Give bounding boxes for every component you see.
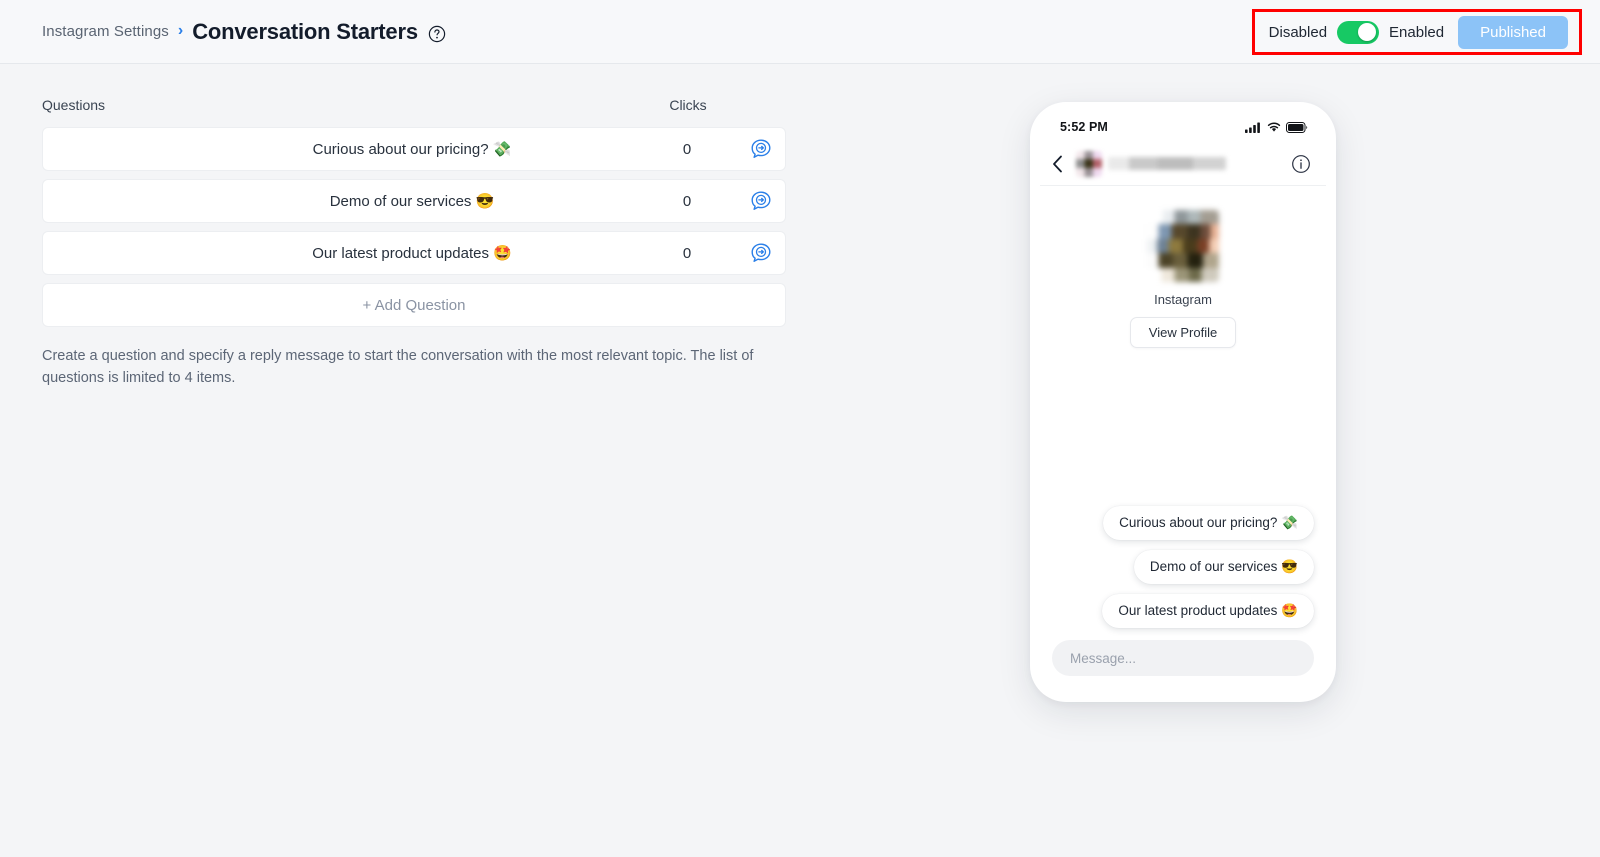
breadcrumb-parent-link[interactable]: Instagram Settings bbox=[42, 23, 169, 40]
phone-status-bar: 5:52 PM bbox=[1040, 112, 1326, 142]
starter-bubbles-list: Curious about our pricing? 💸 Demo of our … bbox=[1052, 506, 1314, 640]
clicks-column-header: Clicks bbox=[669, 97, 707, 113]
message-arrow-icon[interactable] bbox=[737, 138, 785, 160]
questions-column-header: Questions bbox=[42, 97, 106, 113]
blurred-peer-name bbox=[1108, 157, 1226, 170]
toggle-enabled-label: Enabled bbox=[1389, 23, 1445, 41]
helper-text: Create a question and specify a reply me… bbox=[42, 348, 754, 387]
message-arrow-icon[interactable] bbox=[737, 190, 785, 212]
phone-preview-frame: 5:52 PM Instagram View Profile Curious a… bbox=[1030, 102, 1336, 702]
questions-table-header: Questions Clicks bbox=[42, 97, 786, 127]
status-bar-time: 5:52 PM bbox=[1060, 120, 1108, 134]
question-mark-circle-icon[interactable] bbox=[428, 25, 446, 43]
add-question-button[interactable]: + Add Question bbox=[42, 283, 786, 327]
starter-bubble[interactable]: Our latest product updates 🤩 bbox=[1102, 594, 1314, 628]
enabled-toggle-switch[interactable] bbox=[1337, 20, 1380, 44]
starter-bubble[interactable]: Demo of our services 😎 bbox=[1133, 550, 1314, 584]
enable-toggle-group: Disabled Enabled bbox=[1268, 20, 1445, 44]
blurred-peer-avatar bbox=[1076, 150, 1102, 177]
app-header: Instagram Settings › Conversation Starte… bbox=[0, 0, 1600, 64]
question-text: Our latest product updates 🤩 bbox=[312, 245, 512, 262]
question-row[interactable]: Demo of our services 😎 0 bbox=[42, 179, 786, 223]
toggle-disabled-label: Disabled bbox=[1268, 23, 1328, 41]
battery-icon bbox=[1286, 121, 1308, 133]
question-clicks-count: 0 bbox=[682, 192, 692, 210]
question-text: Demo of our services 😎 bbox=[329, 193, 495, 210]
header-actions-annotated-region: Disabled Enabled Published bbox=[1251, 9, 1582, 55]
question-clicks-count: 0 bbox=[682, 140, 692, 158]
phone-screen: 5:52 PM Instagram View Profile Curious a… bbox=[1040, 112, 1326, 692]
page-title: Conversation Starters bbox=[192, 18, 418, 44]
question-row[interactable]: Curious about our pricing? 💸 0 bbox=[42, 127, 786, 171]
message-arrow-icon[interactable] bbox=[737, 242, 785, 264]
question-text: Curious about our pricing? 💸 bbox=[312, 141, 512, 158]
info-circle-icon[interactable] bbox=[1290, 154, 1312, 174]
message-input[interactable]: Message... bbox=[1052, 640, 1314, 676]
phone-conversation-body: Instagram View Profile Curious about our… bbox=[1040, 186, 1326, 692]
wifi-icon bbox=[1267, 122, 1281, 133]
phone-nav-bar bbox=[1040, 142, 1326, 186]
question-row[interactable]: Our latest product updates 🤩 0 bbox=[42, 231, 786, 275]
view-profile-button[interactable]: View Profile bbox=[1129, 317, 1237, 348]
toggle-knob bbox=[1358, 23, 1377, 41]
blurred-profile-image bbox=[1147, 210, 1219, 282]
cellular-signal-icon bbox=[1245, 122, 1262, 133]
peer-profile-block: Instagram View Profile bbox=[1052, 186, 1314, 348]
nav-peer-identity[interactable] bbox=[1076, 150, 1282, 177]
status-bar-icons bbox=[1245, 121, 1308, 133]
question-rows-list: Curious about our pricing? 💸 0 Demo of our… bbox=[42, 127, 786, 275]
question-clicks-count: 0 bbox=[682, 244, 692, 262]
starter-bubble[interactable]: Curious about our pricing? 💸 bbox=[1103, 506, 1314, 540]
published-button[interactable]: Published bbox=[1458, 15, 1568, 49]
main-content: Questions Clicks Curious about our prici… bbox=[0, 64, 1600, 857]
chevron-right-icon: › bbox=[177, 21, 184, 39]
chevron-left-icon[interactable] bbox=[1052, 155, 1068, 173]
breadcrumb: Instagram Settings › Conversation Starte… bbox=[42, 19, 446, 45]
profile-name: Instagram bbox=[1154, 292, 1212, 307]
questions-panel: Questions Clicks Curious about our prici… bbox=[42, 97, 786, 390]
